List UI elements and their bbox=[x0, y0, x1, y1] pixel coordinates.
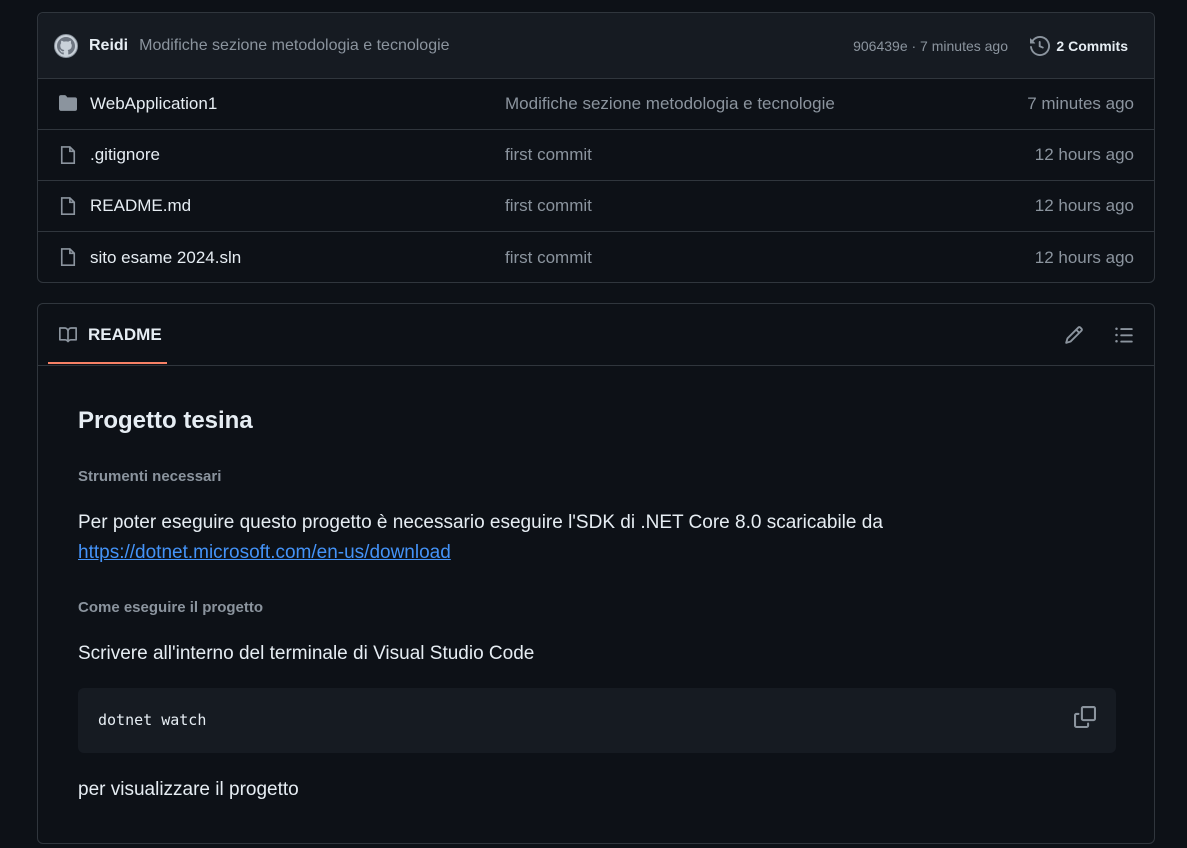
folder-icon bbox=[59, 95, 77, 111]
file-age: 12 hours ago bbox=[1034, 145, 1134, 164]
readme-panel: README Progetto tesina Strumenti necessa… bbox=[37, 303, 1155, 844]
section-text-tools: Per poter eseguire questo progetto è nec… bbox=[78, 512, 883, 533]
file-name[interactable]: .gitignore bbox=[90, 145, 160, 165]
github-icon bbox=[57, 36, 75, 55]
commit-sha-time[interactable]: 906439e · 7 minutes ago bbox=[853, 38, 1008, 54]
file-name[interactable]: WebApplication1 bbox=[90, 94, 217, 114]
latest-commit-bar: Reidi Modifiche sezione metodologia e te… bbox=[38, 13, 1154, 79]
file-name[interactable]: sito esame 2024.sln bbox=[90, 248, 241, 268]
copy-icon[interactable] bbox=[1074, 706, 1096, 728]
file-age: 7 minutes ago bbox=[1027, 94, 1134, 113]
file-age: 12 hours ago bbox=[1034, 247, 1134, 267]
commit-author[interactable]: Reidi bbox=[89, 37, 128, 55]
history-icon bbox=[1030, 35, 1051, 56]
file-table: Reidi Modifiche sezione metodologia e te… bbox=[37, 12, 1155, 283]
tab-readme[interactable]: README bbox=[48, 304, 167, 364]
file-icon bbox=[60, 146, 76, 164]
book-icon bbox=[59, 327, 78, 343]
file-commit-message[interactable]: first commit bbox=[505, 145, 592, 165]
file-commit-message[interactable]: first commit bbox=[505, 196, 592, 216]
file-commit-message[interactable]: Modifiche sezione metodologia e tecnolog… bbox=[505, 94, 835, 114]
readme-header: README bbox=[38, 304, 1154, 366]
readme-title: Progetto tesina bbox=[78, 407, 253, 434]
code-block: dotnet watch bbox=[78, 688, 1116, 753]
list-unordered-icon[interactable] bbox=[1114, 325, 1134, 345]
code-text: dotnet watch bbox=[98, 711, 207, 729]
avatar[interactable] bbox=[54, 33, 78, 58]
table-row[interactable]: sito esame 2024.sln first commit 12 hour… bbox=[38, 232, 1154, 283]
table-row[interactable]: WebApplication1 Modifiche sezione metodo… bbox=[38, 79, 1154, 130]
file-commit-message[interactable]: first commit bbox=[505, 248, 592, 268]
section-text-run: Scrivere all'interno del terminale di Vi… bbox=[78, 643, 535, 664]
tab-readme-label: README bbox=[88, 325, 162, 344]
section-heading-tools: Strumenti necessari bbox=[78, 468, 222, 485]
pencil-icon[interactable] bbox=[1064, 325, 1084, 345]
commits-label: 2 Commits bbox=[1056, 37, 1128, 54]
file-name[interactable]: README.md bbox=[90, 196, 191, 216]
commits-link[interactable]: 2 Commits bbox=[1030, 35, 1128, 56]
file-icon bbox=[60, 248, 76, 266]
file-icon bbox=[60, 197, 76, 215]
file-age: 12 hours ago bbox=[1034, 196, 1134, 215]
table-row[interactable]: .gitignore first commit 12 hours ago bbox=[38, 130, 1154, 181]
download-link[interactable]: https://dotnet.microsoft.com/en-us/downl… bbox=[78, 542, 451, 563]
commit-message[interactable]: Modifiche sezione metodologia e tecnolog… bbox=[139, 37, 449, 55]
section-heading-run: Come eseguire il progetto bbox=[78, 599, 264, 616]
table-row[interactable]: README.md first commit 12 hours ago bbox=[38, 181, 1154, 232]
footer-text: per visualizzare il progetto bbox=[78, 779, 299, 800]
